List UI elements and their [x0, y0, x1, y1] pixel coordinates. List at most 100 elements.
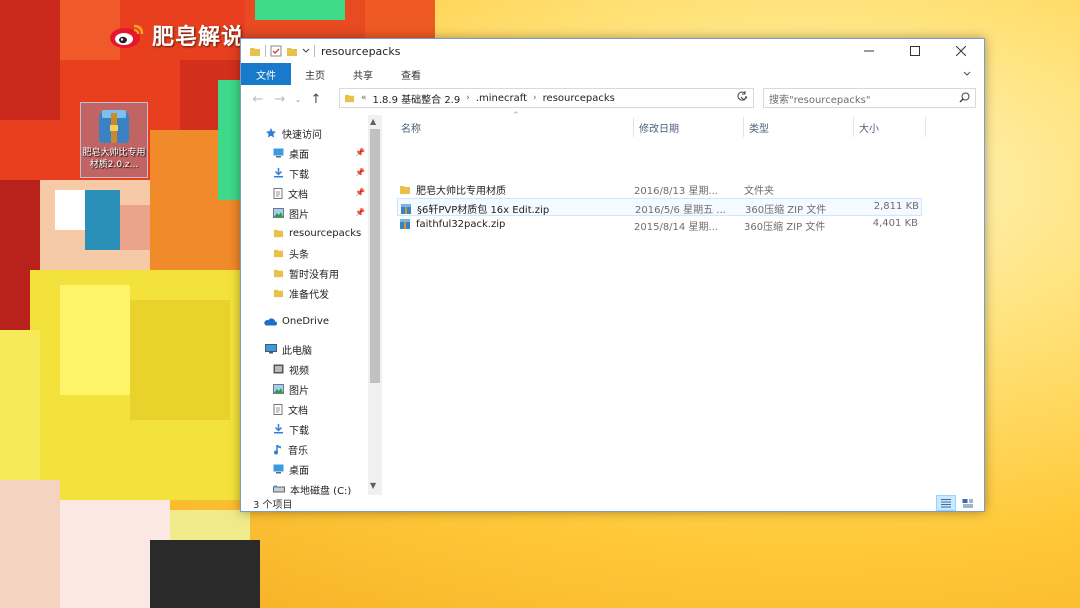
nav-pc-desktop[interactable]: 桌面	[273, 459, 309, 479]
large-icons-view-button[interactable]	[958, 495, 978, 511]
recent-locations-button[interactable]: ⌄	[291, 88, 305, 110]
forward-button[interactable]: →	[269, 88, 291, 110]
toolbar-divider	[314, 45, 315, 57]
file-date: 2016/5/6 星期五 ...	[635, 205, 726, 216]
file-name: §6轩PVP材质包 16x Edit.zip	[417, 205, 550, 216]
pictures-icon	[273, 384, 284, 394]
nav-quick-pending[interactable]: 准备代发	[273, 283, 329, 303]
maximize-button[interactable]	[892, 39, 938, 63]
tab-view[interactable]: 查看	[387, 63, 435, 85]
breadcrumb-item[interactable]: 1.8.9 基础整合 2.9	[373, 91, 461, 106]
chevron-down-icon[interactable]	[302, 47, 310, 55]
folder-icon	[273, 289, 284, 298]
weibo-logo-icon	[110, 24, 144, 48]
pin-icon[interactable]: 📌	[355, 168, 365, 177]
column-header-size[interactable]: 大小	[859, 117, 879, 137]
scroll-up-icon[interactable]: ▲	[370, 117, 376, 126]
file-name-cell: 肥皂大帅比专用材质	[399, 182, 629, 197]
desktop-icon	[273, 464, 284, 474]
column-header-date[interactable]: 修改日期	[639, 117, 679, 137]
nav-pc-documents[interactable]: 文档	[273, 399, 308, 419]
column-divider[interactable]	[853, 117, 854, 137]
file-name: faithful32pack.zip	[416, 218, 506, 230]
column-divider[interactable]	[925, 117, 926, 137]
up-button[interactable]: ↑	[305, 88, 327, 110]
file-row[interactable]: faithful32pack.zip 2015/8/14 星期... 360压缩…	[397, 216, 922, 234]
maximize-icon	[910, 46, 920, 56]
search-icon[interactable]	[959, 92, 970, 103]
nav-label: 视频	[289, 365, 309, 377]
back-button[interactable]: ←	[247, 88, 269, 110]
close-button[interactable]	[938, 39, 984, 63]
column-header-type[interactable]: 类型	[749, 117, 769, 137]
chevron-right-icon[interactable]: ›	[533, 93, 537, 103]
tab-share[interactable]: 共享	[339, 63, 387, 85]
nav-label: 图片	[289, 385, 309, 397]
desktop-zip-file[interactable]: 肥皂大帅比专用材质2.0.z...	[80, 102, 148, 178]
breadcrumb-overflow[interactable]: «	[361, 93, 367, 103]
chevron-right-icon[interactable]: ›	[466, 93, 470, 103]
column-divider[interactable]	[743, 117, 744, 137]
cloud-icon	[264, 317, 277, 325]
address-bar[interactable]: « 1.8.9 基础整合 2.9 › .minecraft › resource…	[339, 88, 754, 108]
nav-this-pc[interactable]: 此电脑	[265, 339, 312, 359]
nav-pc-pictures[interactable]: 图片	[273, 379, 309, 399]
nav-quick-unused[interactable]: 暂时没有用	[273, 263, 339, 283]
title-bar: resourcepacks	[241, 39, 984, 63]
nav-quick-access[interactable]: 快速访问	[265, 123, 322, 143]
item-count: 3 个项目	[253, 499, 293, 511]
minimize-icon	[864, 50, 874, 52]
scrollbar-thumb[interactable]	[370, 129, 380, 383]
nav-pc-music[interactable]: 音乐	[273, 439, 308, 459]
window-controls	[846, 39, 984, 63]
pin-icon[interactable]: 📌	[355, 148, 365, 157]
details-view-button[interactable]	[936, 495, 956, 511]
sort-indicator-icon: ⌃	[512, 111, 520, 121]
pin-icon[interactable]: 📌	[355, 188, 365, 197]
nav-onedrive[interactable]: OneDrive	[263, 311, 329, 331]
file-date: 2015/8/14 星期...	[634, 222, 718, 233]
star-icon	[266, 128, 276, 138]
nav-quick-resourcepacks[interactable]: resourcepacks	[273, 223, 361, 243]
scroll-down-icon[interactable]: ▼	[370, 481, 376, 490]
nav-label: 文档	[288, 189, 308, 201]
file-name: 肥皂大帅比专用材质	[416, 186, 506, 197]
nav-quick-documents[interactable]: 文档	[273, 183, 308, 203]
nav-pane-scrollbar[interactable]: ▲ ▼	[368, 115, 382, 495]
videos-icon	[273, 364, 284, 374]
drive-icon	[273, 485, 285, 493]
tab-file[interactable]: 文件	[241, 63, 291, 85]
file-row-selected[interactable]: §6轩PVP材质包 16x Edit.zip 2016/5/6 星期五 ... …	[397, 198, 922, 216]
nav-pc-drive-c[interactable]: 本地磁盘 (C:)	[273, 479, 351, 495]
minimize-button[interactable]	[846, 39, 892, 63]
nav-label: 准备代发	[289, 289, 329, 301]
new-folder-icon[interactable]	[286, 46, 298, 57]
nav-pc-downloads[interactable]: 下载	[273, 419, 309, 439]
nav-quick-toutiao[interactable]: 头条	[273, 243, 309, 263]
search-input[interactable]: 搜索"resourcepacks"	[763, 88, 976, 108]
file-row[interactable]: 肥皂大帅比专用材质 2016/8/13 星期... 文件夹	[397, 180, 922, 198]
nav-label: 图片	[289, 209, 309, 221]
column-divider[interactable]	[633, 117, 634, 137]
breadcrumb-item[interactable]: resourcepacks	[543, 93, 615, 104]
view-toggle	[936, 495, 978, 511]
nav-quick-download[interactable]: 下载	[273, 163, 309, 183]
breadcrumb-item[interactable]: .minecraft	[476, 93, 527, 104]
folder-icon[interactable]	[249, 46, 261, 57]
nav-quick-desktop[interactable]: 桌面	[273, 143, 309, 163]
address-toolbar: ← → ⌄ ↑ « 1.8.9 基础整合 2.9 › .minecraft › …	[241, 87, 984, 111]
arrow-up-icon: ↑	[310, 91, 322, 107]
tab-home[interactable]: 主页	[291, 63, 339, 85]
file-date: 2016/8/13 星期...	[634, 186, 718, 197]
column-header-name[interactable]: 名称	[401, 117, 421, 137]
music-icon	[274, 444, 281, 454]
winrar-archive-icon	[99, 110, 129, 143]
properties-icon[interactable]	[270, 45, 282, 57]
nav-pc-videos[interactable]: 视频	[273, 359, 309, 379]
folder-icon	[273, 249, 284, 258]
ribbon-expand-icon[interactable]	[962, 68, 972, 78]
nav-quick-pictures[interactable]: 图片	[273, 203, 309, 223]
refresh-icon[interactable]	[736, 90, 748, 102]
nav-label: 快速访问	[282, 129, 322, 141]
pin-icon[interactable]: 📌	[355, 208, 365, 217]
